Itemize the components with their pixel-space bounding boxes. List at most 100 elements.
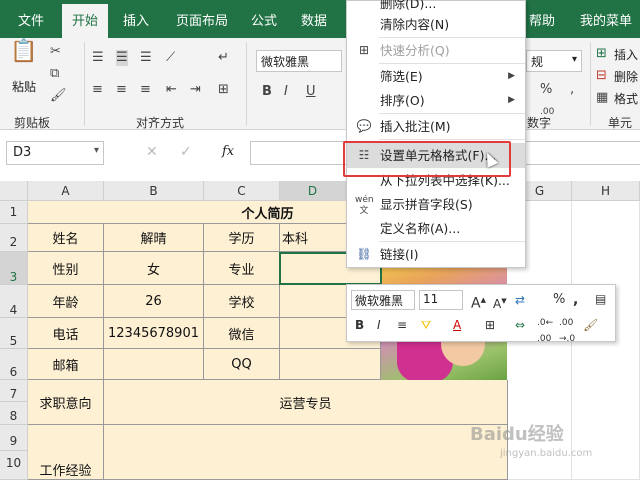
delete-cells-icon[interactable]: ⊟ [596, 68, 607, 84]
delete-cells-button[interactable]: 删除 [614, 68, 638, 85]
row-header[interactable]: 9 [0, 425, 28, 451]
bold-icon[interactable]: B [262, 84, 272, 100]
column-header[interactable]: C [204, 181, 280, 201]
table-cell[interactable]: 学校 [204, 285, 280, 318]
table-cell[interactable]: 求职意向 [28, 380, 104, 425]
orientation-icon[interactable]: ⟋ [166, 50, 175, 66]
table-cell[interactable] [104, 425, 508, 480]
align-top-icon[interactable]: ☰ [92, 50, 104, 66]
menu-item-link[interactable]: ⛓ 链接(I) [347, 242, 525, 267]
table-cell[interactable]: 运营专员 [104, 380, 508, 425]
row-header[interactable]: 2 [0, 224, 28, 252]
table-cell[interactable]: 工作经验 [28, 425, 104, 480]
align-middle-icon[interactable]: ☰ [116, 50, 128, 66]
table-cell[interactable]: 女 [104, 252, 204, 285]
number-format-box[interactable]: 规 ▾ [526, 50, 582, 72]
format-cells-button[interactable]: 格式 [614, 90, 638, 107]
increase-font-size-icon[interactable]: A▲ [471, 292, 486, 312]
insert-function-button[interactable]: fx [222, 144, 234, 159]
table-cell[interactable]: 专业 [204, 252, 280, 285]
table-cell[interactable]: QQ [204, 349, 280, 380]
align-center-icon[interactable]: ≡ [397, 317, 407, 333]
column-header[interactable]: H [572, 181, 640, 201]
increase-indent-icon[interactable]: ⇥ [190, 82, 201, 98]
align-bottom-icon[interactable]: ☰ [140, 50, 152, 66]
table-cell[interactable]: 年龄 [28, 285, 104, 318]
row-header[interactable]: 6 [0, 349, 28, 380]
row-header[interactable]: 10 [0, 451, 28, 480]
insert-cells-button[interactable]: 插入 [614, 46, 638, 63]
font-color-icon[interactable]: A [453, 317, 461, 333]
name-box[interactable]: D3 ▾ [6, 141, 104, 165]
row-header[interactable]: 3 [0, 252, 28, 285]
menu-item-quick-analysis[interactable]: ⊞ 快速分析(Q) [347, 38, 525, 63]
row-header[interactable]: 5 [0, 318, 28, 349]
tab-page-layout[interactable]: 页面布局 [176, 10, 228, 29]
bold-icon[interactable]: B [355, 317, 364, 333]
tab-my-menu[interactable]: 我的菜单 [580, 10, 632, 29]
row-header[interactable]: 7 [0, 380, 28, 402]
menu-item-insert-comment[interactable]: 💬 插入批注(M) [347, 114, 525, 139]
align-center-icon[interactable]: ≡ [116, 82, 127, 98]
tab-home[interactable]: 开始 [62, 4, 109, 38]
row-header[interactable]: 1 [0, 201, 28, 224]
tab-help[interactable]: 帮助 [529, 10, 555, 29]
select-all-corner[interactable] [0, 181, 28, 201]
format-cells-icon[interactable]: ▦ [596, 90, 608, 106]
menu-item-clear-contents[interactable]: 清除内容(N) [347, 12, 525, 37]
wrap-text-icon[interactable]: ↵ [218, 50, 229, 66]
column-header[interactable]: B [104, 181, 204, 201]
increase-decimal-icon[interactable]: .0← .00 [537, 315, 553, 347]
italic-icon[interactable]: I [284, 84, 288, 100]
align-left-icon[interactable]: ≡ [92, 82, 103, 98]
paste-icon[interactable]: 📋 [10, 41, 38, 74]
cell-styles-icon[interactable]: ⇄ [515, 292, 525, 308]
menu-item-define-name[interactable]: 定义名称(A)... [347, 216, 525, 241]
italic-icon[interactable]: I [377, 317, 381, 333]
mini-font-name-box[interactable]: 微软雅黑 [351, 290, 415, 310]
table-cell[interactable]: 微信 [204, 318, 280, 349]
comma-style-icon[interactable]: , [573, 292, 578, 308]
mini-font-size-box[interactable]: 11 [419, 290, 463, 310]
format-painter-icon[interactable]: 🖌 [50, 88, 67, 104]
cut-icon[interactable]: ✂ [50, 44, 61, 60]
table-cell[interactable]: 26 [104, 285, 204, 318]
underline-icon[interactable]: U [306, 84, 316, 100]
borders-table-icon[interactable]: ▤ [595, 291, 606, 307]
tab-file[interactable]: 文件 [18, 10, 44, 29]
decrease-indent-icon[interactable]: ⇤ [166, 82, 177, 98]
row-header[interactable]: 4 [0, 285, 28, 318]
column-header[interactable]: D [280, 181, 346, 201]
align-right-icon[interactable]: ≡ [140, 82, 151, 98]
table-cell[interactable]: 学历 [204, 224, 280, 252]
table-cell[interactable]: 性别 [28, 252, 104, 285]
font-name-box[interactable]: 微软雅黑 [256, 50, 342, 72]
percent-icon[interactable]: % [553, 292, 565, 308]
menu-item-show-phonetic[interactable]: wén 文显示拼音字段(S) [347, 192, 525, 217]
tab-formulas[interactable]: 公式 [251, 10, 277, 29]
insert-cells-icon[interactable]: ⊞ [596, 46, 607, 62]
column-header[interactable]: A [28, 181, 104, 201]
table-cell[interactable]: 邮箱 [28, 349, 104, 380]
copy-icon[interactable]: ⧉ [50, 66, 59, 82]
cancel-icon[interactable]: ✕ [146, 144, 158, 160]
table-cell[interactable] [280, 349, 381, 380]
tab-insert[interactable]: 插入 [123, 10, 149, 29]
enter-icon[interactable]: ✓ [180, 144, 192, 160]
percent-icon[interactable]: % [540, 82, 552, 98]
table-cell[interactable]: 解晴 [104, 224, 204, 252]
menu-item-sort[interactable]: 排序(O) ▶ [347, 88, 525, 113]
format-painter-icon[interactable]: 🖌 [583, 317, 598, 333]
row-header[interactable]: 8 [0, 402, 28, 425]
tab-data[interactable]: 数据 [301, 10, 327, 29]
decrease-decimal-icon[interactable]: .00 →.0 [559, 315, 575, 347]
borders-icon[interactable]: ⊞ [485, 317, 495, 333]
table-cell[interactable]: 姓名 [28, 224, 104, 252]
fill-color-icon[interactable]: ⛛ [421, 317, 431, 333]
comma-icon[interactable]: , [570, 82, 574, 98]
paste-button[interactable]: 粘贴 [12, 78, 36, 95]
merge-icon[interactable]: ⇔ [515, 317, 525, 333]
decrease-font-size-icon[interactable]: A▼ [493, 293, 507, 312]
table-cell[interactable]: 12345678901 [104, 318, 204, 349]
menu-item-filter[interactable]: 筛选(E) ▶ [347, 64, 525, 89]
